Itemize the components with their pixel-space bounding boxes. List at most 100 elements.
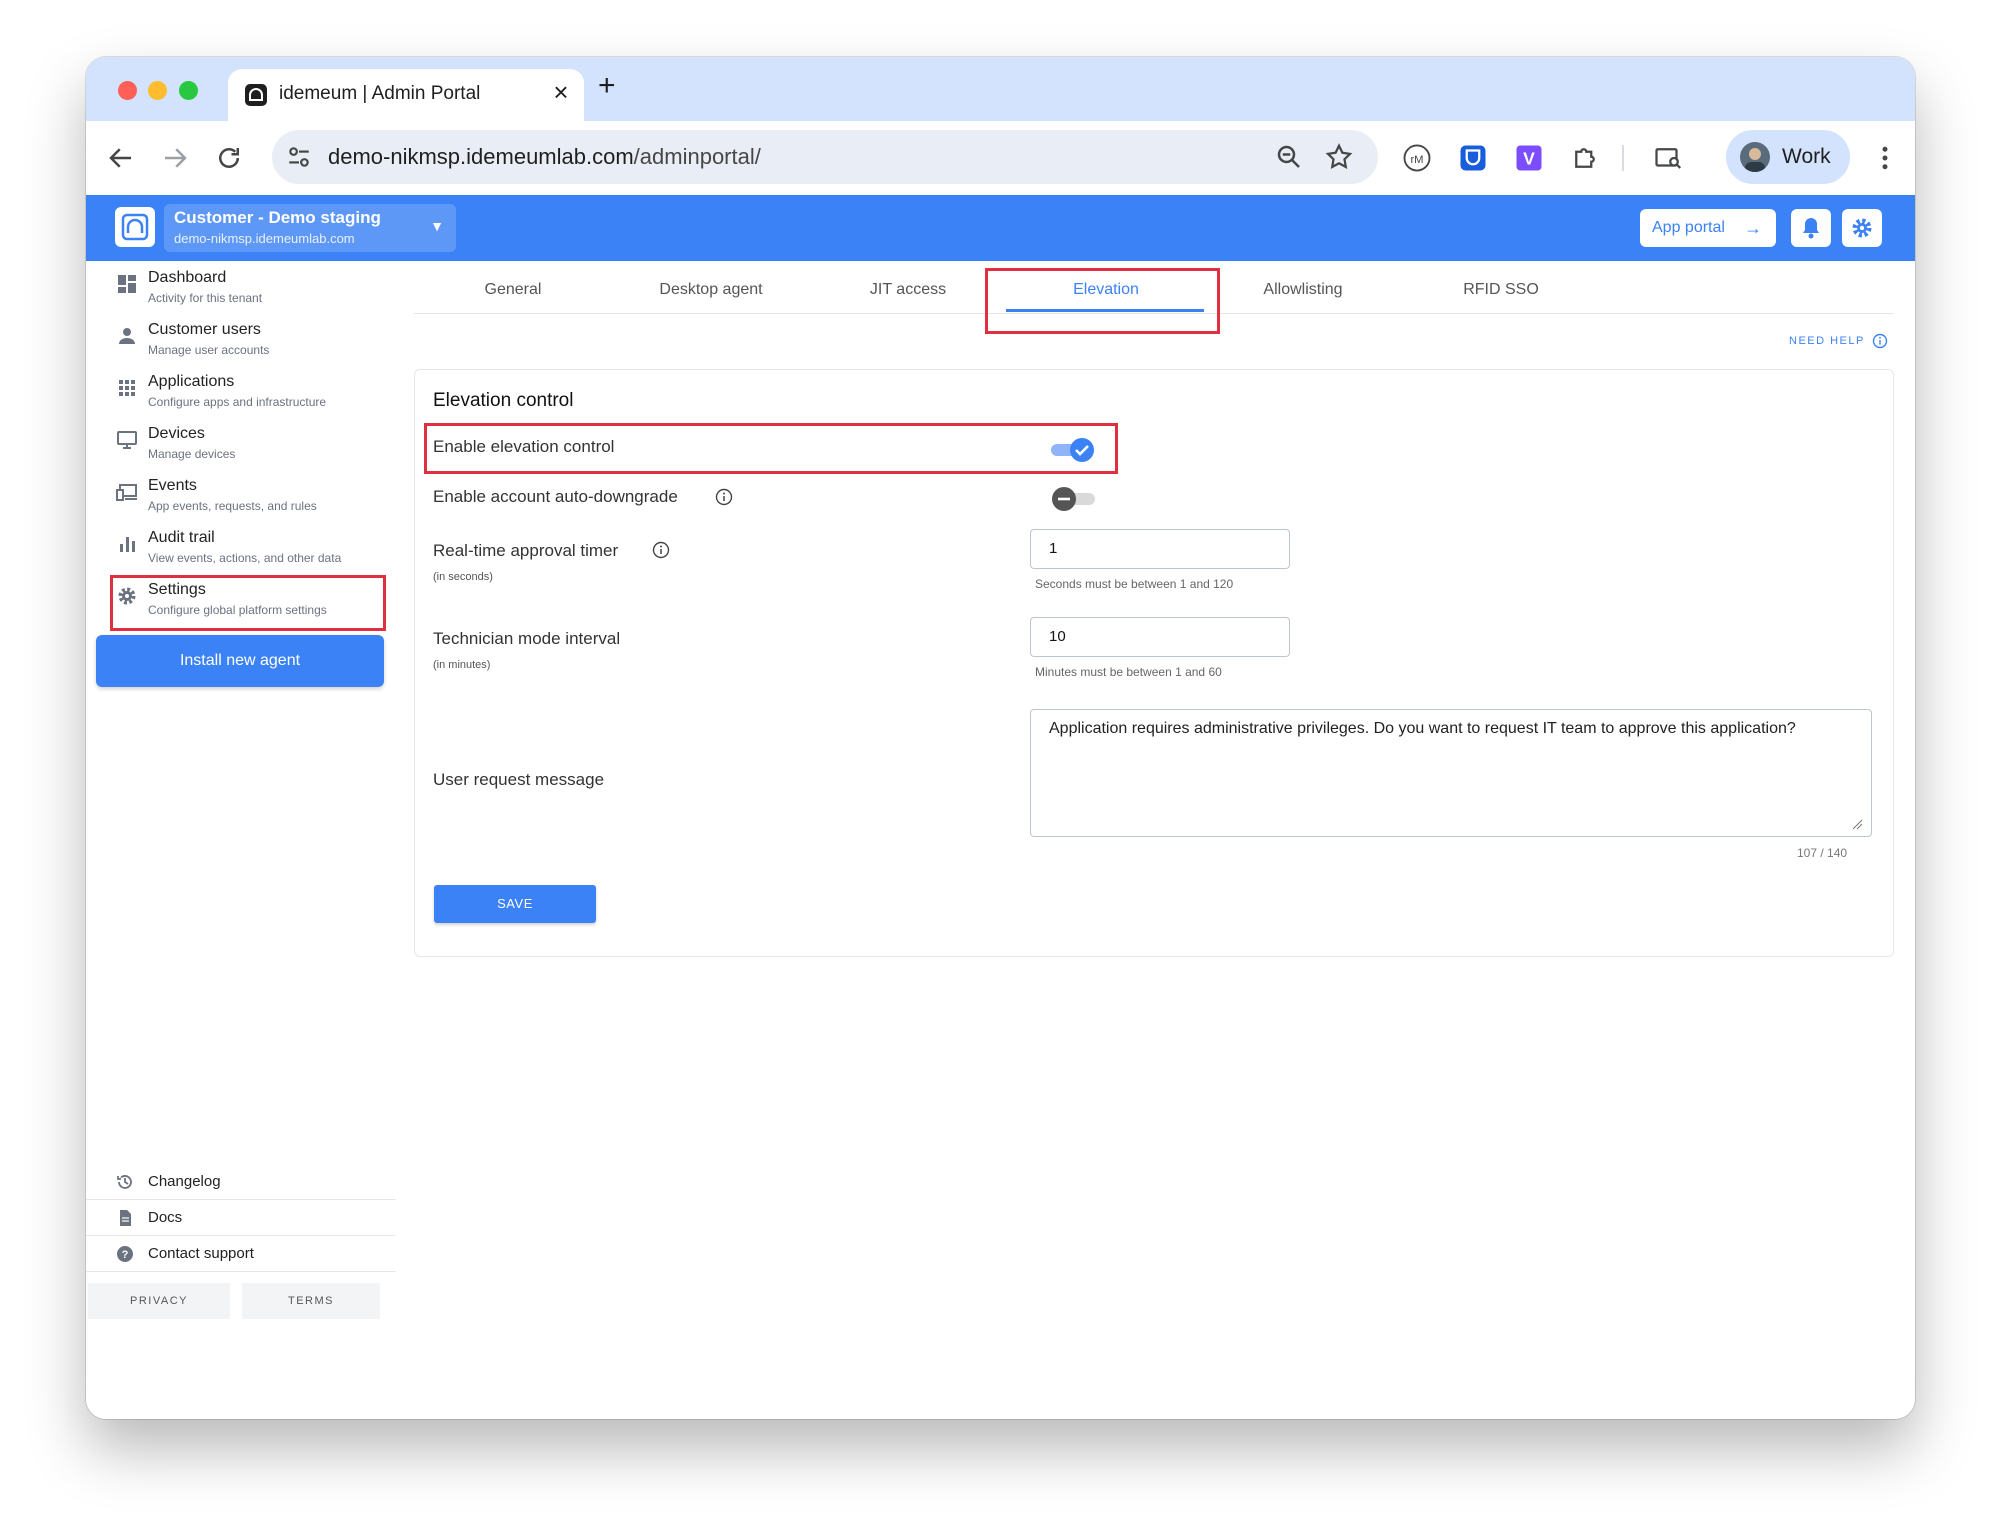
url-text: demo-nikmsp.idemeumlab.com/adminportal/ <box>328 144 761 170</box>
svg-text:?: ? <box>122 1249 129 1261</box>
terms-link[interactable]: TERMS <box>242 1283 380 1319</box>
approval-timer-label: Real-time approval timer <box>433 541 619 560</box>
more-menu-icon[interactable] <box>1870 143 1900 173</box>
bitwarden-shield-icon[interactable] <box>1458 143 1488 173</box>
tab-close-icon[interactable]: × <box>546 77 576 108</box>
minimize-window-button[interactable] <box>148 81 167 100</box>
user-request-message-textarea[interactable]: Application requires administrative priv… <box>1030 709 1872 837</box>
svg-text:V: V <box>1523 148 1535 168</box>
apps-grid-icon <box>119 380 135 396</box>
sidebar-item-customer-users[interactable]: Customer users Manage user accounts <box>106 317 386 369</box>
approval-timer-hint: Seconds must be between 1 and 120 <box>1035 577 1234 591</box>
technician-interval-input[interactable]: 10 <box>1030 617 1290 657</box>
app-header: Customer - Demo staging demo-nikmsp.idem… <box>86 195 1915 261</box>
elevation-tab-highlight-box <box>985 268 1220 334</box>
tab-allowlisting[interactable]: Allowlisting <box>1263 281 1342 299</box>
tab-desktop-agent[interactable]: Desktop agent <box>659 281 762 299</box>
toolbar-divider <box>1622 145 1624 171</box>
sidebar-item-title: Customer users <box>148 321 261 338</box>
sidebar-item-applications[interactable]: Applications Configure apps and infrastr… <box>106 369 386 421</box>
footer-item-changelog[interactable]: Changelog <box>86 1165 396 1200</box>
auto-downgrade-label: Enable account auto-downgrade <box>433 487 678 506</box>
help-icon: ? <box>117 1246 133 1262</box>
forward-arrow-icon[interactable] <box>160 143 190 173</box>
zoom-icon[interactable] <box>1274 142 1304 172</box>
app-portal-label: App portal <box>1652 219 1725 236</box>
person-icon <box>119 328 135 344</box>
sidebar-item-title: Audit trail <box>148 529 215 546</box>
svg-text:rM: rM <box>1410 154 1423 166</box>
need-help-link[interactable]: NEED HELP <box>1789 335 1865 347</box>
address-bar[interactable]: demo-nikmsp.idemeumlab.com/adminportal/ <box>272 130 1378 184</box>
info-icon[interactable] <box>1872 333 1888 349</box>
new-tab-button[interactable]: + <box>598 69 616 103</box>
sidebar-item-subtitle: Configure apps and infrastructure <box>148 395 327 409</box>
maximize-window-button[interactable] <box>179 81 198 100</box>
tenant-selector[interactable]: Customer - Demo staging demo-nikmsp.idem… <box>164 204 456 252</box>
monitor-icon <box>117 431 137 449</box>
idemeum-logo[interactable] <box>115 207 155 247</box>
browser-tab[interactable]: idemeum | Admin Portal × <box>228 69 584 121</box>
arrow-right-icon: → <box>1744 218 1762 238</box>
settings-highlight-box <box>110 575 386 631</box>
tenant-name: Customer - Demo staging <box>174 208 381 227</box>
extension-v-icon[interactable]: V <box>1514 143 1544 173</box>
tab-rfid-sso[interactable]: RFID SSO <box>1463 281 1539 299</box>
user-request-message-label: User request message <box>433 770 605 789</box>
sidebar-item-audit-trail[interactable]: Audit trail View events, actions, and ot… <box>106 525 386 577</box>
dashboard-icon <box>118 275 136 293</box>
profile-button[interactable]: Work <box>1726 130 1850 184</box>
elevation-control-card: Elevation control Enable elevation contr… <box>414 369 1894 957</box>
technician-interval-label: Technician mode interval <box>433 629 621 648</box>
settings-button[interactable] <box>1842 209 1882 247</box>
sidebar: Dashboard Activity for this tenant Custo… <box>86 261 396 1419</box>
technician-interval-hint: Minutes must be between 1 and 60 <box>1035 665 1222 679</box>
footer-item-label: Changelog <box>148 1173 221 1190</box>
sidebar-item-events[interactable]: Events App events, requests, and rules <box>106 473 386 525</box>
avatar <box>1740 142 1770 172</box>
browser-window: idemeum | Admin Portal × + demo-nikmsp.i… <box>86 57 1915 1419</box>
save-button[interactable]: SAVE <box>434 885 596 923</box>
approval-timer-unit: (in seconds) <box>433 571 493 583</box>
resize-handle-icon[interactable] <box>1851 818 1863 830</box>
technician-interval-value: 10 <box>1049 628 1066 645</box>
auto-downgrade-toggle[interactable] <box>1049 484 1097 514</box>
enable-elevation-highlight-box <box>424 423 1118 474</box>
sidebar-item-title: Devices <box>148 425 205 442</box>
approval-timer-input[interactable]: 1 <box>1030 529 1290 569</box>
sidebar-item-subtitle: Activity for this tenant <box>148 291 263 305</box>
tab-general[interactable]: General <box>485 281 542 299</box>
info-icon[interactable] <box>715 488 733 506</box>
idemeum-favicon-icon <box>245 84 267 106</box>
back-arrow-icon[interactable] <box>106 143 136 173</box>
sidebar-item-subtitle: View events, actions, and other data <box>148 551 342 565</box>
sidebar-item-devices[interactable]: Devices Manage devices <box>106 421 386 473</box>
tab-jit-access[interactable]: JIT access <box>870 281 946 299</box>
history-icon <box>117 1175 132 1189</box>
profile-label: Work <box>1782 145 1831 168</box>
footer-item-label: Contact support <box>148 1245 254 1262</box>
extensions-puzzle-icon[interactable] <box>1570 143 1600 173</box>
tab-search-icon[interactable] <box>1654 143 1684 173</box>
notifications-button[interactable] <box>1791 209 1831 247</box>
install-new-agent-button[interactable]: Install new agent <box>96 635 384 687</box>
tab-title: idemeum | Admin Portal <box>279 83 481 104</box>
sidebar-item-subtitle: Manage devices <box>148 447 236 461</box>
privacy-link[interactable]: PRIVACY <box>88 1283 230 1319</box>
info-icon[interactable] <box>652 541 670 559</box>
card-title: Elevation control <box>433 390 574 411</box>
sidebar-item-dashboard[interactable]: Dashboard Activity for this tenant <box>106 265 386 317</box>
sidebar-item-title: Applications <box>148 373 235 390</box>
footer-item-docs[interactable]: Docs <box>86 1201 396 1236</box>
bookmark-star-icon[interactable] <box>1324 142 1354 172</box>
reload-icon[interactable] <box>214 143 244 173</box>
url-host: demo-nikmsp.idemeumlab.com <box>328 144 634 169</box>
extension-rm-icon[interactable]: rM <box>1402 143 1432 173</box>
tab-strip: idemeum | Admin Portal × + <box>86 57 1915 121</box>
site-settings-icon[interactable] <box>286 144 312 170</box>
footer-item-contact-support[interactable]: ? Contact support <box>86 1237 396 1272</box>
app-portal-button[interactable]: App portal → <box>1640 209 1776 247</box>
close-window-button[interactable] <box>118 81 137 100</box>
sidebar-item-title: Events <box>148 477 197 494</box>
url-path: /adminportal/ <box>633 144 761 169</box>
